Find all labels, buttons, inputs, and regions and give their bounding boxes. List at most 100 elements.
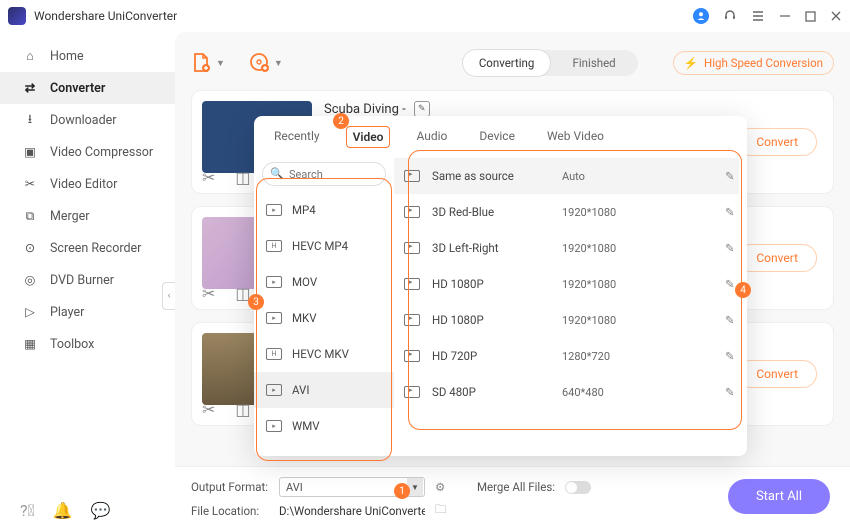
callout-badge-2: 2 [333, 113, 349, 129]
convert-button[interactable]: Convert [737, 128, 817, 156]
status-segment: Converting Finished [463, 50, 638, 76]
format-item-mkv[interactable]: ▸MKV [254, 300, 394, 336]
sidebar-item-toolbox[interactable]: ▦Toolbox [0, 328, 175, 360]
segment-finished[interactable]: Finished [550, 50, 638, 76]
settings-icon[interactable]: ⚙ [435, 480, 449, 494]
rename-icon[interactable]: ✎ [414, 101, 430, 117]
tab-audio[interactable]: Audio [410, 126, 453, 148]
help-icon[interactable]: ?⃝ [20, 501, 35, 520]
edit-icon[interactable]: ✎ [725, 385, 739, 399]
trim-icon[interactable]: ✂ [202, 284, 215, 303]
format-item-wmv[interactable]: ▸WMV [254, 408, 394, 444]
menu-icon[interactable] [751, 9, 765, 23]
edit-icon[interactable]: ✎ [725, 241, 739, 255]
sidebar-label: DVD Burner [50, 273, 114, 288]
search-wrap: 🔍 [262, 162, 386, 186]
sidebar-label: Merger [50, 209, 90, 224]
file-location-input[interactable] [279, 504, 425, 518]
sidebar-label: Video Editor [50, 177, 117, 192]
format-item-avi[interactable]: ▸AVI [254, 372, 394, 408]
crop-icon[interactable]: ◫ [235, 400, 250, 419]
tab-video[interactable]: Video [346, 126, 391, 148]
bottom-bar: Output Format: AVI ▼ ⚙ Merge All Files: … [175, 466, 850, 528]
add-file-button[interactable]: ▼ [191, 52, 225, 74]
sidebar-label: Converter [50, 81, 105, 96]
file-location-label: File Location: [191, 504, 269, 518]
toolbar: ▼ ▼ Converting Finished ⚡ High Speed Con… [191, 42, 834, 84]
high-speed-conversion-button[interactable]: ⚡ High Speed Conversion [673, 51, 834, 75]
chevron-down-icon: ▼ [216, 58, 225, 69]
segment-converting[interactable]: Converting [463, 50, 551, 76]
sidebar-item-compressor[interactable]: ▣Video Compressor [0, 136, 175, 168]
app-logo-icon [8, 7, 26, 25]
video-res-icon [404, 278, 420, 290]
format-item-mov[interactable]: ▸MOV [254, 264, 394, 300]
sidebar-item-converter[interactable]: ⇄ Converter [0, 72, 175, 104]
video-format-icon: ▸ [266, 276, 282, 288]
trim-icon[interactable]: ✂ [202, 168, 215, 187]
chevron-down-icon: ▼ [274, 58, 283, 69]
collapse-sidebar-button[interactable]: ‹ [162, 282, 175, 310]
merge-label: Merge All Files: [477, 480, 555, 494]
sidebar-item-home[interactable]: ⌂Home [0, 40, 175, 72]
convert-button[interactable]: Convert [737, 244, 817, 272]
sidebar-label: Screen Recorder [50, 241, 141, 256]
edit-icon[interactable]: ✎ [725, 205, 739, 219]
resolution-item[interactable]: 3D Red-Blue1920*1080✎ [394, 194, 739, 230]
download-icon: ⭳ [22, 110, 38, 131]
callout-badge-1: 1 [394, 483, 410, 499]
maximize-button[interactable] [805, 11, 816, 22]
format-dropdown: Recently Video Audio Device Web Video 🔍 … [254, 116, 747, 456]
bell-icon[interactable]: 🔔 [53, 501, 73, 520]
resolution-item[interactable]: HD 1080P1920*1080✎ [394, 266, 739, 302]
titlebar: Wondershare UniConverter [0, 0, 850, 32]
resolution-item[interactable]: SD 480P640*480✎ [394, 374, 739, 410]
format-item-hevcmp4[interactable]: HHEVC MP4 [254, 228, 394, 264]
video-format-icon: ▸ [266, 204, 282, 216]
format-item-mp4[interactable]: ▸MP4 [254, 192, 394, 228]
sidebar-item-recorder[interactable]: ⊙ Screen Recorder [0, 232, 175, 264]
sidebar-item-merger[interactable]: ⧉Merger [0, 200, 175, 232]
bolt-icon: ⚡ [684, 56, 698, 70]
user-avatar-icon[interactable] [693, 8, 709, 24]
folder-icon[interactable]: 🗀 [435, 502, 447, 521]
video-format-icon: ▸ [266, 420, 282, 432]
window-controls [693, 8, 842, 24]
crop-icon[interactable]: ◫ [235, 168, 250, 187]
tab-device[interactable]: Device [473, 126, 521, 148]
minimize-button[interactable] [779, 10, 791, 22]
resolution-item[interactable]: Same as sourceAuto✎ [394, 158, 739, 194]
edit-icon[interactable]: ✎ [725, 349, 739, 363]
resolution-item[interactable]: HD 1080P1920*1080✎ [394, 302, 739, 338]
trim-icon[interactable]: ✂ [202, 400, 215, 419]
start-all-button[interactable]: Start All [728, 479, 830, 514]
footer-icons: ?⃝ 🔔 💬 [20, 501, 111, 520]
dropdown-tabs: Recently Video Audio Device Web Video [254, 116, 747, 154]
sidebar-item-dvd[interactable]: ◎DVD Burner [0, 264, 175, 296]
edit-icon[interactable]: ✎ [725, 169, 739, 183]
record-icon: ⊙ [22, 240, 38, 256]
resolution-item[interactable]: 3D Left-Right1920*1080✎ [394, 230, 739, 266]
format-item-hevcmkv[interactable]: HHEVC MKV [254, 336, 394, 372]
video-format-icon: H [266, 240, 282, 252]
sidebar-item-editor[interactable]: ✂Video Editor [0, 168, 175, 200]
video-res-icon [404, 206, 420, 218]
sidebar-label: Downloader [50, 113, 117, 128]
toolbox-icon: ▦ [22, 336, 38, 352]
add-dvd-button[interactable]: ▼ [249, 52, 283, 74]
resolution-item[interactable]: HD 720P1280*720✎ [394, 338, 739, 374]
play-icon: ▷ [22, 304, 38, 320]
support-icon[interactable] [723, 9, 737, 23]
sidebar-item-player[interactable]: ▷Player [0, 296, 175, 328]
tab-recently[interactable]: Recently [268, 126, 326, 148]
sidebar-label: Home [50, 49, 84, 64]
feedback-icon[interactable]: 💬 [91, 501, 111, 520]
convert-button[interactable]: Convert [737, 360, 817, 388]
converter-icon: ⇄ [22, 80, 38, 96]
merge-toggle[interactable] [565, 481, 591, 494]
video-res-icon [404, 314, 420, 326]
sidebar-item-downloader[interactable]: ⭳ Downloader [0, 104, 175, 136]
close-button[interactable] [830, 10, 842, 22]
tab-webvideo[interactable]: Web Video [541, 126, 610, 148]
edit-icon[interactable]: ✎ [725, 313, 739, 327]
